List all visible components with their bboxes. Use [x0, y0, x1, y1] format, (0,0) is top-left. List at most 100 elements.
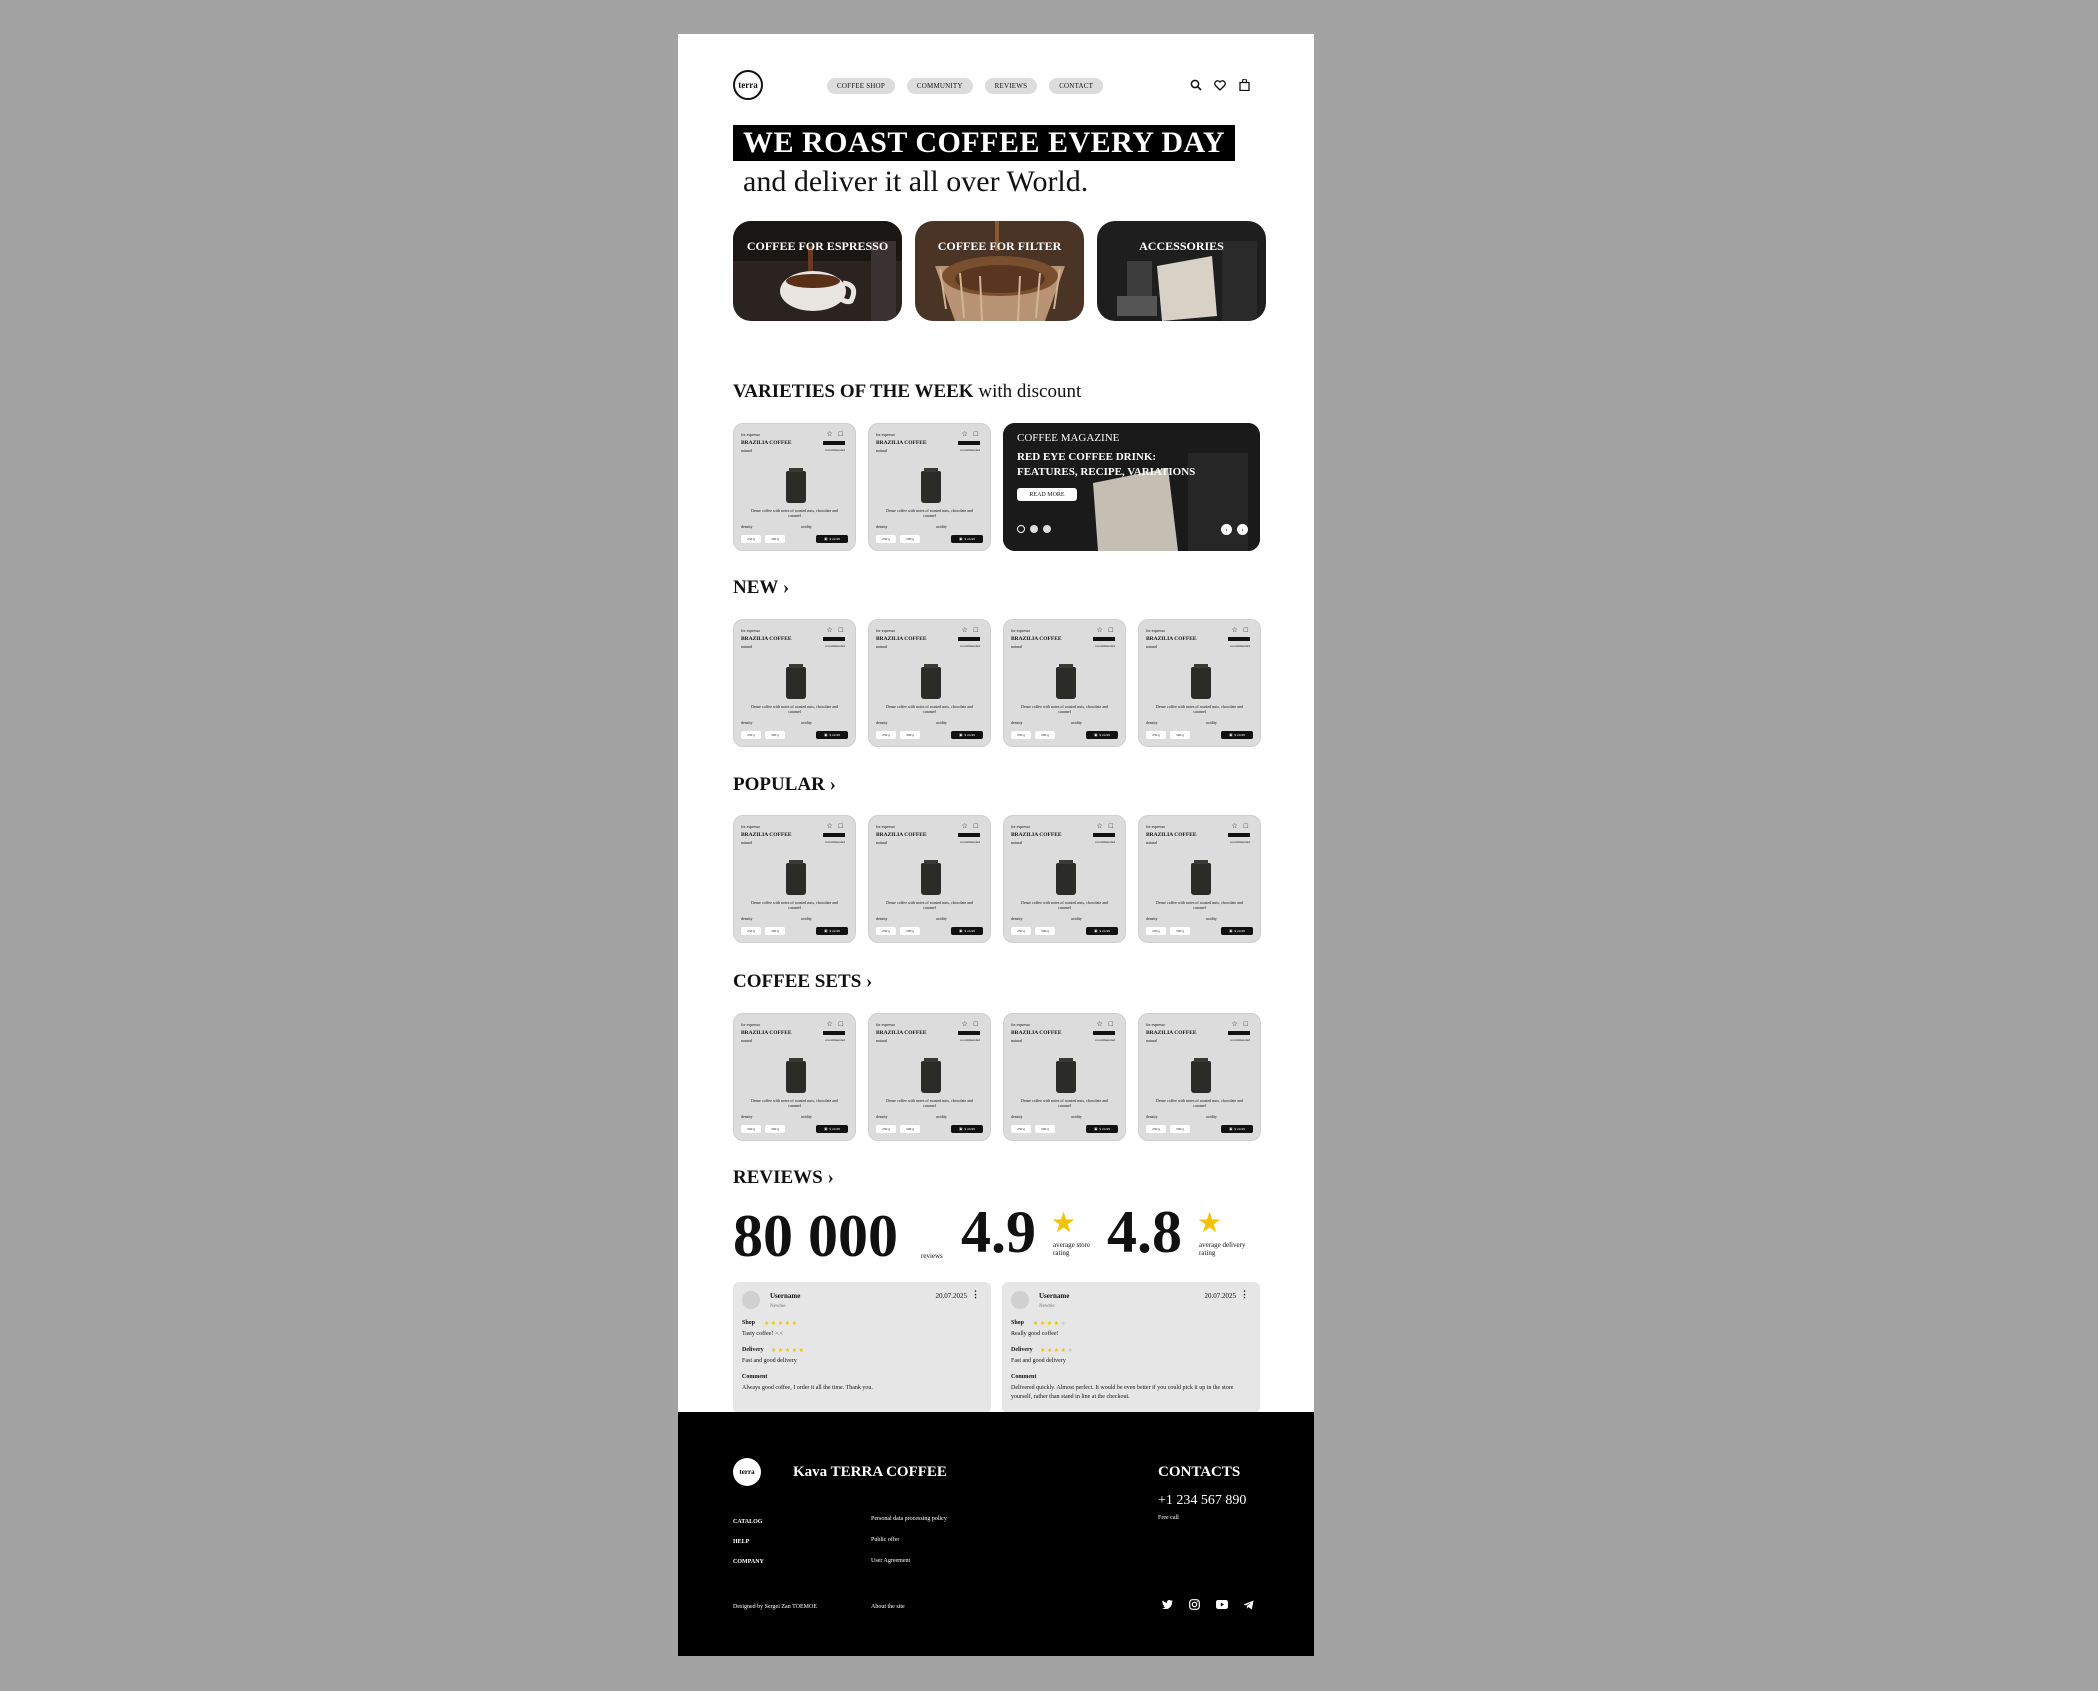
- star-outline-icon[interactable]: ☆: [1096, 822, 1102, 830]
- section-title-coffee-sets[interactable]: COFFEE SETS ›: [733, 971, 872, 993]
- more-vertical-icon[interactable]: ⋮: [1240, 1289, 1249, 1300]
- section-title-reviews[interactable]: REVIEWS ›: [733, 1167, 834, 1189]
- comment-icon[interactable]: □: [974, 430, 978, 438]
- star-outline-icon[interactable]: ☆: [1231, 626, 1237, 634]
- weight-option[interactable]: 500 g: [1035, 927, 1055, 935]
- weight-option[interactable]: 500 g: [1035, 1125, 1055, 1133]
- category-filter[interactable]: COFFEE FOR FILTER: [915, 221, 1084, 321]
- weight-option[interactable]: 500 g: [1170, 927, 1190, 935]
- star-outline-icon[interactable]: ☆: [961, 1020, 967, 1028]
- weight-option[interactable]: 500 g: [1170, 1125, 1190, 1133]
- weight-option[interactable]: 250 g: [1011, 731, 1031, 739]
- star-outline-icon[interactable]: ☆: [826, 1020, 832, 1028]
- comment-icon[interactable]: □: [839, 1020, 843, 1028]
- add-to-cart-button[interactable]: ▣ $ 24.99: [1221, 1125, 1253, 1133]
- weight-option[interactable]: 250 g: [741, 731, 761, 739]
- read-more-button[interactable]: READ MORE: [1017, 488, 1077, 501]
- comment-icon[interactable]: □: [974, 626, 978, 634]
- star-outline-icon[interactable]: ☆: [961, 430, 967, 438]
- chevron-right-icon[interactable]: ›: [1237, 524, 1248, 535]
- weight-option[interactable]: 500 g: [900, 927, 920, 935]
- youtube-icon[interactable]: [1215, 1598, 1228, 1611]
- add-to-cart-button[interactable]: ▣ $ 24.99: [816, 927, 848, 935]
- star-outline-icon[interactable]: ☆: [1096, 1020, 1102, 1028]
- weight-option[interactable]: 500 g: [1035, 731, 1055, 739]
- star-outline-icon[interactable]: ☆: [826, 430, 832, 438]
- weight-option[interactable]: 250 g: [1011, 1125, 1031, 1133]
- nav-contact[interactable]: CONTACT: [1049, 78, 1104, 94]
- product-card[interactable]: for espresso BRAZILIA COFFEE natural ☆ □…: [868, 619, 991, 747]
- magazine-banner[interactable]: COFFEE MAGAZINE RED EYE COFFEE DRINK: FE…: [1003, 423, 1260, 551]
- comment-icon[interactable]: □: [839, 822, 843, 830]
- instagram-icon[interactable]: [1188, 1598, 1201, 1611]
- add-to-cart-button[interactable]: ▣ $ 24.99: [951, 927, 983, 935]
- star-outline-icon[interactable]: ☆: [1231, 1020, 1237, 1028]
- add-to-cart-button[interactable]: ▣ $ 24.99: [951, 731, 983, 739]
- add-to-cart-button[interactable]: ▣ $ 24.99: [816, 535, 848, 543]
- weight-option[interactable]: 250 g: [1011, 927, 1031, 935]
- add-to-cart-button[interactable]: ▣ $ 24.99: [1221, 731, 1253, 739]
- comment-icon[interactable]: □: [1244, 626, 1248, 634]
- add-to-cart-button[interactable]: ▣ $ 24.99: [1221, 927, 1253, 935]
- weight-option[interactable]: 250 g: [1146, 731, 1166, 739]
- weight-option[interactable]: 250 g: [876, 535, 896, 543]
- star-outline-icon[interactable]: ☆: [961, 822, 967, 830]
- nav-coffee-shop[interactable]: COFFEE SHOP: [827, 78, 895, 94]
- product-card[interactable]: for espresso BRAZILIA COFFEE natural ☆ □…: [1003, 1013, 1126, 1141]
- add-to-cart-button[interactable]: ▣ $ 24.99: [951, 535, 983, 543]
- weight-option[interactable]: 250 g: [741, 927, 761, 935]
- comment-icon[interactable]: □: [974, 822, 978, 830]
- weight-option[interactable]: 500 g: [765, 927, 785, 935]
- comment-icon[interactable]: □: [1109, 626, 1113, 634]
- telegram-icon[interactable]: [1242, 1598, 1255, 1611]
- product-card[interactable]: for espresso BRAZILIA COFFEE natural ☆ □…: [733, 815, 856, 943]
- product-card[interactable]: for espresso BRAZILIA COFFEE natural ☆ □…: [1138, 619, 1261, 747]
- footer-link-offer[interactable]: Public offer: [871, 1537, 899, 1543]
- bag-icon[interactable]: [1237, 78, 1251, 92]
- nav-community[interactable]: COMMUNITY: [906, 78, 973, 94]
- star-outline-icon[interactable]: ☆: [826, 822, 832, 830]
- product-card[interactable]: for espresso BRAZILIA COFFEE natural ☆ □…: [1003, 619, 1126, 747]
- product-card[interactable]: for espresso BRAZILIA COFFEE natural ☆ □…: [1003, 815, 1126, 943]
- weight-option[interactable]: 500 g: [765, 1125, 785, 1133]
- add-to-cart-button[interactable]: ▣ $ 24.99: [951, 1125, 983, 1133]
- footer-link-company[interactable]: COMPANY: [733, 1559, 764, 1565]
- weight-option[interactable]: 500 g: [765, 535, 785, 543]
- weight-option[interactable]: 250 g: [1146, 1125, 1166, 1133]
- comment-icon[interactable]: □: [974, 1020, 978, 1028]
- weight-option[interactable]: 500 g: [1170, 731, 1190, 739]
- star-outline-icon[interactable]: ☆: [961, 626, 967, 634]
- weight-option[interactable]: 500 g: [765, 731, 785, 739]
- footer-about-link[interactable]: About the site: [871, 1604, 905, 1610]
- nav-reviews[interactable]: REVIEWS: [984, 78, 1038, 94]
- star-outline-icon[interactable]: ☆: [826, 626, 832, 634]
- carousel-dot[interactable]: [1017, 525, 1025, 533]
- product-card[interactable]: for espresso BRAZILIA COFFEE natural ☆ □…: [1138, 815, 1261, 943]
- product-card[interactable]: for espresso BRAZILIA COFFEE natural ☆ □…: [733, 423, 856, 551]
- carousel-dot[interactable]: [1043, 525, 1051, 533]
- comment-icon[interactable]: □: [839, 626, 843, 634]
- product-card[interactable]: for espresso BRAZILIA COFFEE natural ☆ □…: [868, 815, 991, 943]
- more-vertical-icon[interactable]: ⋮: [971, 1289, 980, 1300]
- weight-option[interactable]: 250 g: [876, 731, 896, 739]
- comment-icon[interactable]: □: [1244, 1020, 1248, 1028]
- footer-link-agreement[interactable]: User Agreement: [871, 1558, 910, 1564]
- star-outline-icon[interactable]: ☆: [1231, 822, 1237, 830]
- comment-icon[interactable]: □: [1109, 822, 1113, 830]
- weight-option[interactable]: 500 g: [900, 731, 920, 739]
- twitter-icon[interactable]: [1161, 1598, 1174, 1611]
- add-to-cart-button[interactable]: ▣ $ 24.99: [1086, 731, 1118, 739]
- add-to-cart-button[interactable]: ▣ $ 24.99: [816, 1125, 848, 1133]
- footer-link-help[interactable]: HELP: [733, 1539, 749, 1545]
- chevron-left-icon[interactable]: ‹: [1221, 524, 1232, 535]
- review-username[interactable]: Username: [1039, 1292, 1069, 1300]
- add-to-cart-button[interactable]: ▣ $ 24.99: [1086, 927, 1118, 935]
- section-title-popular[interactable]: POPULAR ›: [733, 774, 836, 796]
- product-card[interactable]: for espresso BRAZILIA COFFEE natural ☆ □…: [733, 1013, 856, 1141]
- section-title-new[interactable]: NEW ›: [733, 577, 789, 599]
- weight-option[interactable]: 250 g: [1146, 927, 1166, 935]
- weight-option[interactable]: 250 g: [741, 535, 761, 543]
- search-icon[interactable]: [1189, 78, 1203, 92]
- star-outline-icon[interactable]: ☆: [1096, 626, 1102, 634]
- product-card[interactable]: for espresso BRAZILIA COFFEE natural ☆ □…: [868, 1013, 991, 1141]
